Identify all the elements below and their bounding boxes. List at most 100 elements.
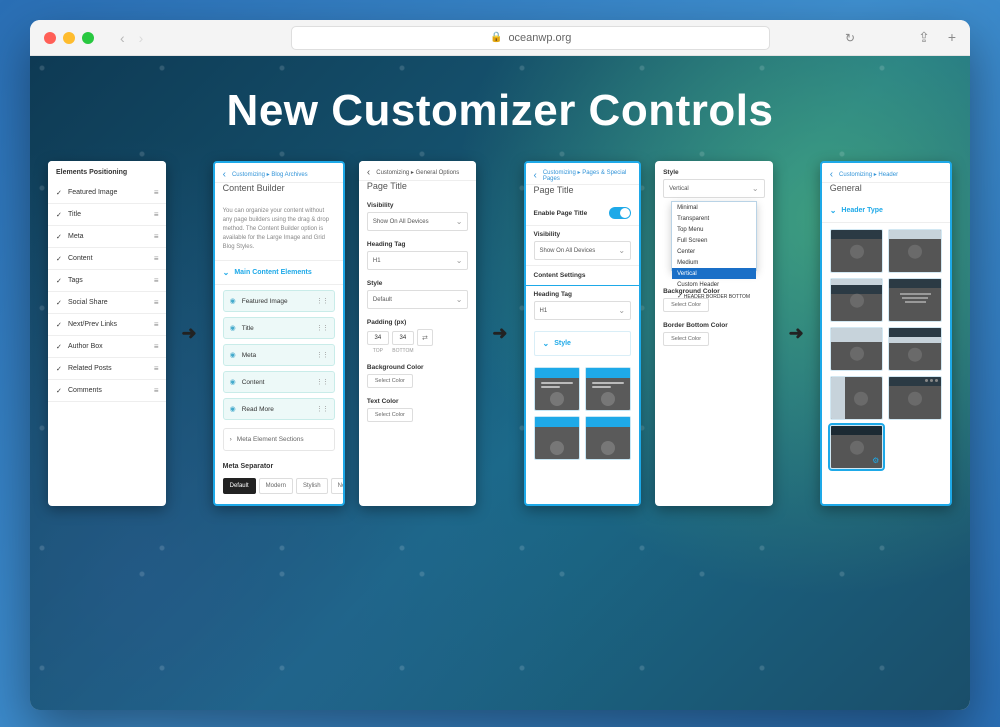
visibility-icon[interactable]: ◉ [230,351,236,359]
link-values-button[interactable]: ⇄ [417,329,433,346]
nav-forward-button[interactable]: › [139,30,144,46]
header-type-option[interactable] [888,376,942,420]
header-type-option[interactable] [830,327,884,371]
visibility-icon[interactable]: ◉ [230,405,236,413]
visibility-icon[interactable]: ◉ [230,324,236,332]
dropdown-option[interactable]: HEADER BORDER BOTTOM [672,290,756,302]
enable-page-title-toggle[interactable] [609,207,631,219]
style-preview-option[interactable] [534,367,580,411]
drag-handle-icon[interactable]: ⋮⋮ [316,324,328,332]
text-color-button[interactable]: Select Color [367,408,413,422]
dropdown-option[interactable]: Center [672,246,756,257]
header-type-option[interactable] [888,327,942,371]
header-type-option[interactable] [830,229,884,273]
dropdown-option[interactable]: Top Menu [672,224,756,235]
separator-tab[interactable]: Default [223,478,256,494]
border-color-button[interactable]: Select Color [663,332,709,346]
visibility-select[interactable]: Show On All Devices [367,212,469,231]
dropdown-option[interactable]: Vertical [672,268,756,279]
item-label: Title [68,211,81,218]
dropdown-option[interactable]: Custom Header [672,279,756,290]
style-dropdown-list[interactable]: MinimalTransparentTop MenuFull ScreenCen… [671,201,757,271]
builder-item[interactable]: ◉ Content ⋮⋮ [223,371,335,393]
style-preview-option[interactable] [585,367,631,411]
drag-handle-icon[interactable]: ≡ [154,254,158,263]
back-icon[interactable]: ‹ [367,167,370,178]
back-icon[interactable]: ‹ [830,169,833,180]
list-item[interactable]: ✓Title≡ [48,204,166,226]
list-item[interactable]: ✓Related Posts≡ [48,358,166,380]
heading-tag-select[interactable]: H1 [367,251,469,270]
list-item[interactable]: ✓Content≡ [48,248,166,270]
visibility-icon[interactable]: ◉ [230,378,236,386]
drag-handle-icon[interactable]: ≡ [154,386,158,395]
style-select[interactable]: Default [367,290,469,309]
list-item[interactable]: ✓Featured Image≡ [48,182,166,204]
drag-handle-icon[interactable]: ⋮⋮ [316,351,328,359]
builder-item[interactable]: ◉Title⋮⋮ [223,317,335,339]
style-accordion[interactable]: ⌄ Style [534,331,632,356]
list-item[interactable]: ✓Author Box≡ [48,336,166,358]
header-type-option[interactable] [830,278,884,322]
url-bar[interactable]: 🔒 oceanwp.org [291,26,770,50]
breadcrumb[interactable]: ‹ Customizing ▸ General Options [359,161,477,181]
header-type-option-selected[interactable]: ⚙ [830,425,884,469]
dropdown-option[interactable]: Full Screen [672,235,756,246]
drag-handle-icon[interactable]: ≡ [154,364,158,373]
drag-handle-icon[interactable]: ≡ [154,298,158,307]
padding-bottom-input[interactable]: 34 [392,331,414,345]
style-preview-option[interactable] [585,416,631,460]
minimize-window-button[interactable] [63,32,75,44]
close-window-button[interactable] [44,32,56,44]
style-preview-option[interactable] [534,416,580,460]
drag-handle-icon[interactable]: ≡ [154,232,158,241]
breadcrumb[interactable]: ‹ Customizing ▸ Pages & Special Pages [526,163,640,185]
dropdown-option[interactable]: Minimal [672,202,756,213]
back-icon[interactable]: ‹ [223,169,226,180]
reload-button[interactable]: ↻ [845,31,855,45]
visibility-select[interactable]: Show On All Devices [534,241,632,260]
maximize-window-button[interactable] [82,32,94,44]
builder-item[interactable]: ◉Featured Image⋮⋮ [223,290,335,312]
breadcrumb[interactable]: ‹ Customizing ▸ Header [822,163,950,183]
breadcrumb[interactable]: ‹ Customizing ▸ Blog Archives [215,163,343,183]
list-item[interactable]: ✓Tags≡ [48,270,166,292]
list-item[interactable]: ✓Comments≡ [48,380,166,402]
item-label: Content [242,379,265,386]
drag-handle-icon[interactable]: ≡ [154,188,158,197]
list-item[interactable]: ✓Meta≡ [48,226,166,248]
builder-item[interactable]: ◉Meta⋮⋮ [223,344,335,366]
accordion-main-content[interactable]: ⌄ Main Content Elements [215,261,343,285]
header-type-option[interactable] [888,229,942,273]
share-button[interactable]: ⇪ [918,29,930,46]
drag-handle-icon[interactable]: ≡ [154,276,158,285]
new-tab-button[interactable]: + [948,29,956,46]
separator-tab[interactable]: Stylish [296,478,328,494]
drag-handle-icon[interactable]: ≡ [154,210,158,219]
back-icon[interactable]: ‹ [534,170,537,181]
style-select[interactable]: Vertical [663,179,765,198]
drag-handle-icon[interactable]: ⋮⋮ [316,405,328,413]
drag-handle-icon[interactable]: ≡ [154,320,158,329]
header-type-option[interactable] [830,376,884,420]
separator-tab[interactable]: None [331,478,345,494]
heading-tag-select[interactable]: H1 [534,301,632,320]
padding-top-input[interactable]: 34 [367,331,389,345]
drag-handle-icon[interactable]: ⋮⋮ [316,297,328,305]
bg-color-button[interactable]: Select Color [367,374,413,388]
nav-back-button[interactable]: ‹ [120,30,125,46]
visibility-icon[interactable]: ◉ [230,297,236,305]
list-item[interactable]: ✓Social Share≡ [48,292,166,314]
accordion-meta-sections[interactable]: › Meta Element Sections [223,428,335,451]
builder-item[interactable]: ◉Read More⋮⋮ [223,398,335,420]
drag-handle-icon[interactable]: ≡ [154,342,158,351]
separator-tab[interactable]: Modern [259,478,293,494]
dropdown-option[interactable]: Transparent [672,213,756,224]
drag-handle-icon[interactable]: ⋮⋮ [316,378,328,386]
header-type-accordion[interactable]: ⌄ Header Type [822,199,950,223]
hero-title: New Customizer Controls [30,86,970,136]
dropdown-option[interactable]: Medium [672,257,756,268]
header-type-option[interactable] [888,278,942,322]
meta-separator-label: Meta Separator [215,455,343,474]
list-item[interactable]: ✓Next/Prev Links≡ [48,314,166,336]
